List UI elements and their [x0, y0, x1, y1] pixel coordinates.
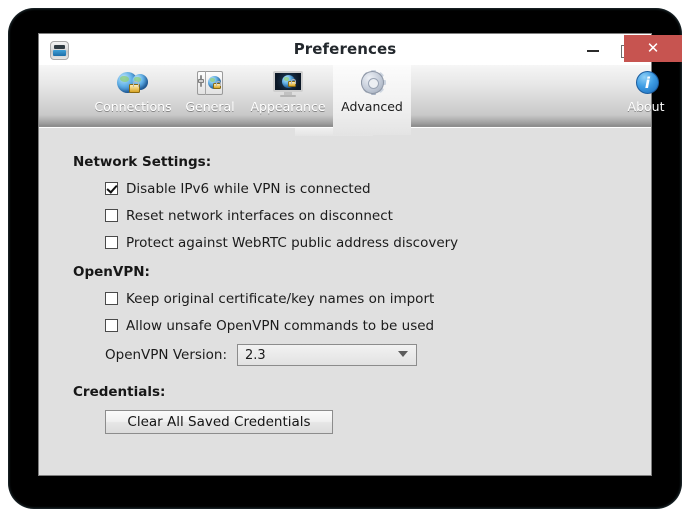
checkbox-row-keep-original-cert-names[interactable]: Keep original certificate/key names on i…	[105, 290, 651, 307]
network-settings-heading: Network Settings:	[73, 154, 212, 170]
title-bar: Preferences ✕	[39, 34, 682, 65]
chevron-down-icon	[398, 351, 409, 357]
checkbox-disable-ipv6-label: Disable IPv6 while VPN is connected	[126, 180, 371, 197]
checkbox-disable-ipv6[interactable]	[105, 182, 118, 195]
tab-general-label: General	[185, 99, 235, 114]
checkbox-allow-unsafe-commands[interactable]	[105, 319, 118, 332]
checkbox-row-allow-unsafe-commands[interactable]: Allow unsafe OpenVPN commands to be used	[105, 317, 651, 334]
about-button[interactable]: i About	[617, 65, 675, 127]
gear-icon	[355, 70, 389, 98]
tab-connections[interactable]: Connections	[89, 65, 177, 127]
checkbox-reset-network-interfaces-label: Reset network interfaces on disconnect	[126, 207, 393, 224]
tab-appearance[interactable]: Appearance	[245, 65, 331, 127]
close-icon: ✕	[646, 39, 660, 57]
checkbox-keep-original-cert-names-label: Keep original certificate/key names on i…	[126, 290, 435, 307]
tab-connections-label: Connections	[94, 99, 172, 114]
checkbox-reset-network-interfaces[interactable]	[105, 209, 118, 222]
checkbox-allow-unsafe-commands-label: Allow unsafe OpenVPN commands to be used	[126, 317, 435, 334]
preferences-toolbar: Connections General Appearance Advanced …	[39, 65, 664, 135]
credentials-heading: Credentials:	[73, 384, 166, 400]
monitor-globe-icon	[271, 70, 305, 98]
checkbox-protect-webrtc-label: Protect against WebRTC public address di…	[126, 234, 459, 251]
openvpn-heading: OpenVPN:	[73, 264, 150, 280]
checkbox-protect-webrtc[interactable]	[105, 236, 118, 249]
globes-lock-icon	[116, 70, 150, 98]
checkbox-row-reset-network-interfaces[interactable]: Reset network interfaces on disconnect	[105, 207, 651, 224]
advanced-settings-panel: Network Settings: Disable IPv6 while VPN…	[39, 127, 651, 475]
openvpn-version-value: 2.3	[245, 348, 266, 363]
settings-panel-globe-icon	[193, 70, 227, 98]
tab-advanced[interactable]: Advanced	[333, 65, 411, 135]
tab-appearance-label: Appearance	[250, 99, 326, 114]
openvpn-version-select[interactable]: 2.3	[237, 344, 418, 366]
checkbox-row-disable-ipv6[interactable]: Disable IPv6 while VPN is connected	[105, 180, 651, 197]
checkbox-keep-original-cert-names[interactable]	[105, 292, 118, 305]
window-title: Preferences	[293, 40, 397, 58]
about-label: About	[627, 99, 665, 114]
desktop-backdrop: Preferences ✕ Connections General Appear…	[0, 0, 690, 517]
info-circle-icon: i	[629, 70, 663, 98]
minimize-button[interactable]	[576, 35, 610, 64]
checkbox-row-protect-webrtc[interactable]: Protect against WebRTC public address di…	[105, 234, 651, 251]
tab-general[interactable]: General	[179, 65, 241, 127]
openvpn-version-row: OpenVPN Version: 2.3	[105, 344, 651, 366]
preferences-window: Preferences ✕ Connections General Appear…	[38, 33, 682, 476]
tab-advanced-label: Advanced	[341, 99, 403, 114]
clear-saved-credentials-button[interactable]: Clear All Saved Credentials	[105, 410, 333, 434]
openvpn-version-label: OpenVPN Version:	[105, 347, 228, 363]
close-button[interactable]: ✕	[624, 35, 682, 62]
